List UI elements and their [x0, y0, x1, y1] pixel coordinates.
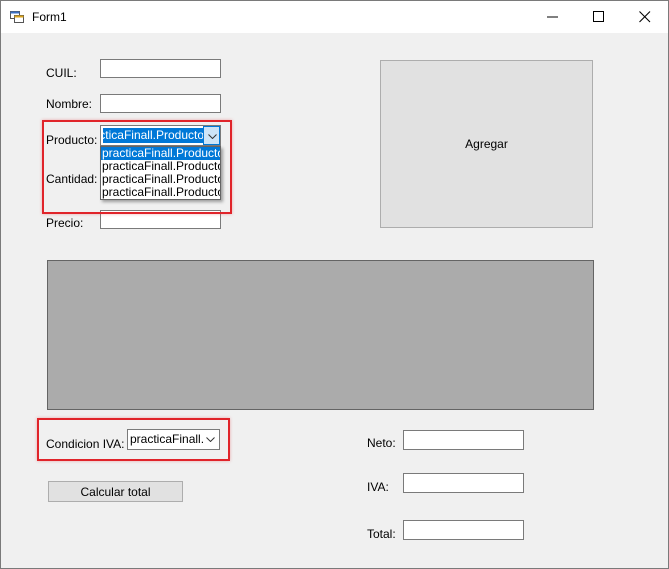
iva-input[interactable]: [403, 473, 524, 493]
agregar-button-label: Agregar: [465, 137, 508, 151]
maximize-button[interactable]: [576, 1, 622, 33]
nombre-label: Nombre:: [46, 97, 93, 111]
data-grid[interactable]: [47, 260, 594, 410]
calcular-total-button[interactable]: Calcular total: [48, 481, 183, 502]
agregar-button[interactable]: Agregar: [380, 60, 593, 228]
close-button[interactable]: [622, 1, 668, 33]
total-label: Total:: [367, 527, 396, 541]
close-icon: [639, 11, 651, 23]
minimize-button[interactable]: [530, 1, 576, 33]
condicion-iva-highlight-box: [37, 418, 230, 461]
precio-label: Precio:: [46, 216, 84, 230]
winforms-app-icon: [10, 11, 24, 23]
calcular-total-label: Calcular total: [80, 484, 151, 499]
form1-window: Form1 CUIL: Nombre: Producto: practicaFi…: [0, 0, 669, 569]
producto-highlight-box: [42, 120, 232, 214]
cuil-label: CUIL:: [46, 66, 77, 80]
minimize-icon: [547, 16, 558, 18]
cuil-input[interactable]: [100, 59, 221, 78]
window-title: Form1: [32, 10, 67, 24]
maximize-icon: [593, 11, 604, 22]
neto-input[interactable]: [403, 430, 524, 450]
nombre-input[interactable]: [100, 94, 221, 113]
neto-label: Neto:: [367, 436, 396, 450]
title-bar[interactable]: Form1: [1, 1, 668, 33]
iva-label: IVA:: [367, 480, 389, 494]
total-input[interactable]: [403, 520, 524, 540]
